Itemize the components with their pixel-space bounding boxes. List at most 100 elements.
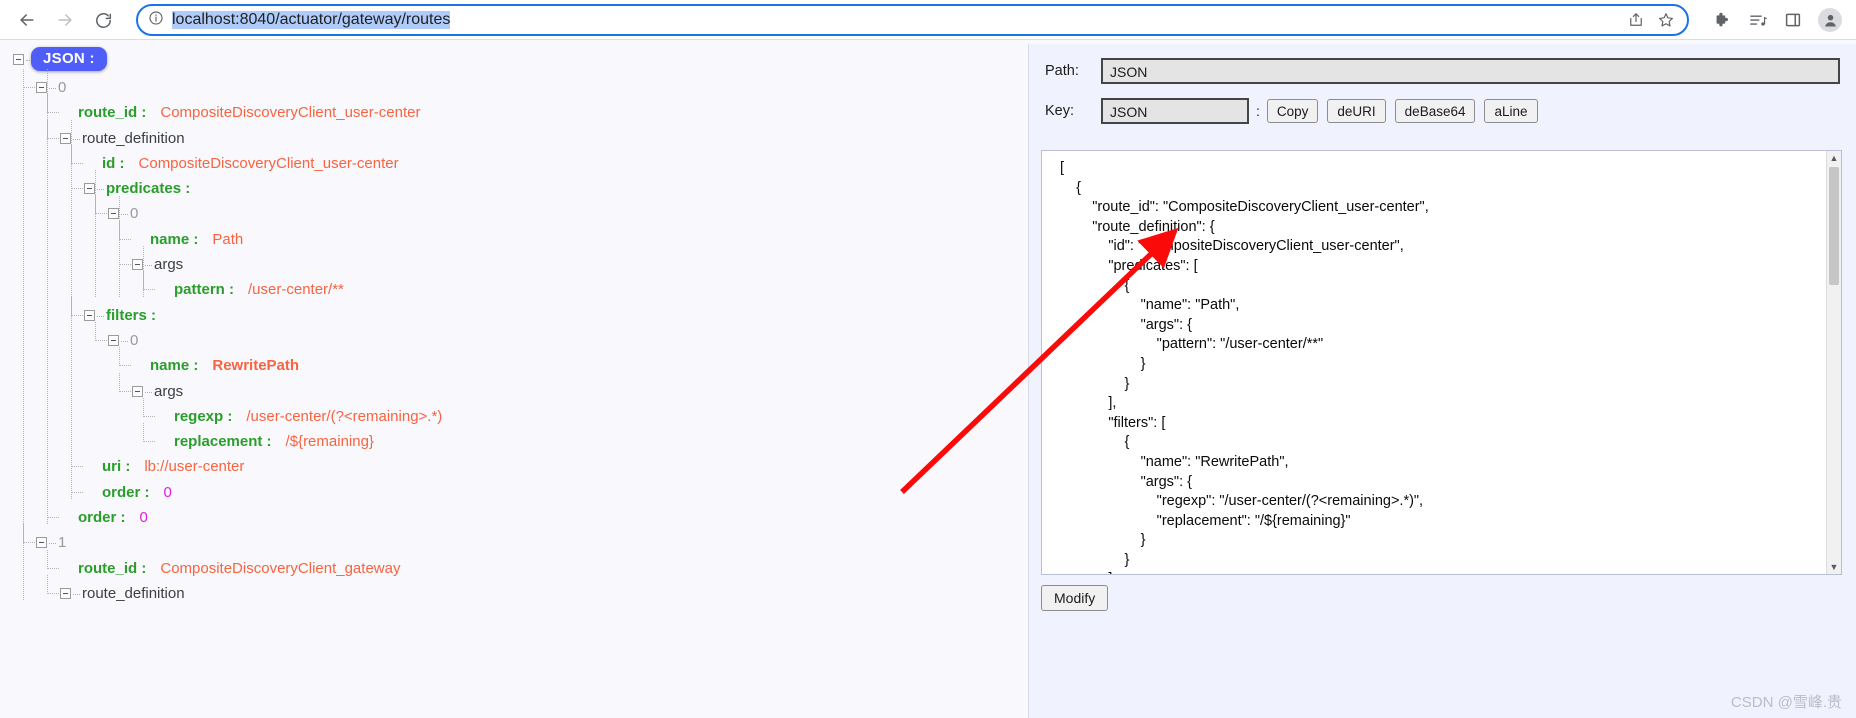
json-textarea-container[interactable]: [ { "route_id": "CompositeDiscoveryClien… (1041, 150, 1842, 575)
tree-row[interactable]: replacement : /${remaining} (10, 423, 1020, 454)
tree-key: pattern (174, 281, 225, 299)
json-tree-viewer: JSON : 0 route_id : CompositeDiscoveryClie… (0, 40, 1020, 718)
site-info-icon[interactable] (148, 10, 164, 31)
side-panel-icon[interactable] (1784, 11, 1802, 29)
tree-colon: : (181, 180, 191, 198)
array-index: 0 (130, 331, 139, 349)
tree-row-content: replacement : /${remaining} (174, 429, 374, 454)
tree-row[interactable]: 1 (10, 524, 1020, 555)
tree-value: 0 (163, 483, 172, 501)
modify-button[interactable]: Modify (1041, 585, 1109, 611)
tree-connector (47, 549, 59, 569)
tree-row[interactable]: name : Path (10, 220, 1020, 252)
page-content: JSON : 0 route_id : CompositeDiscoveryClie… (0, 40, 1856, 718)
tree-node-toggle[interactable] (60, 132, 80, 144)
scrollbar-thumb[interactable] (1829, 167, 1839, 285)
tree-connector (47, 574, 59, 594)
scroll-down-arrow[interactable]: ▼ (1827, 560, 1841, 574)
tree-row[interactable]: order :0 (10, 473, 1020, 505)
forward-arrow-icon[interactable] (48, 3, 82, 37)
tree-key: args (154, 382, 184, 400)
tree-row-content: regexp : /user-center/(?<remaining>.*) (174, 404, 442, 429)
tree-node-toggle[interactable] (108, 334, 128, 346)
tree-row[interactable]: uri : lb://user-center (10, 448, 1020, 479)
tree-row-content: 0 (58, 75, 66, 100)
tree-node-toggle[interactable] (36, 82, 56, 93)
path-label: Path: (1045, 63, 1079, 79)
copy-button[interactable]: Copy (1266, 99, 1319, 123)
array-index: 0 (130, 205, 139, 223)
tree-row[interactable]: order :0 (10, 499, 1020, 530)
media-playlist-icon[interactable] (1748, 11, 1768, 30)
tree-row[interactable]: filters : (10, 296, 1020, 328)
tree-connector (47, 499, 59, 519)
tree-row[interactable]: id : CompositeDiscoveryClient_user-center (10, 144, 1020, 176)
tree-row-content: 0 (130, 328, 138, 353)
puzzle-icon[interactable] (1713, 11, 1732, 30)
tree-row-content: filters : (106, 303, 156, 328)
tree-colon: : (223, 407, 233, 425)
tree-row[interactable]: name : RewritePath (10, 347, 1020, 378)
star-icon[interactable] (1657, 11, 1675, 29)
tree-node-toggle[interactable] (60, 587, 80, 599)
tree-row-content: route_definition (82, 126, 185, 151)
json-raw-text[interactable]: [ { "route_id": "CompositeDiscoveryClien… (1042, 151, 1826, 574)
tree-row-content: id : CompositeDiscoveryClient_user-center (102, 151, 399, 176)
address-bar-url: localhost:8040/actuator/gateway/routes (172, 11, 451, 29)
address-bar[interactable]: localhost:8040/actuator/gateway/routes (136, 4, 1689, 36)
profile-avatar-icon[interactable] (1818, 8, 1842, 32)
tree-row[interactable]: route_id : CompositeDiscoveryClient_gatew… (10, 549, 1020, 581)
tree-key: route_id (78, 104, 138, 122)
tree-row[interactable]: 0 (10, 321, 1020, 353)
deuri-button[interactable]: deURI (1327, 99, 1386, 123)
json-scrollbar[interactable]: ▲ ▼ (1826, 151, 1841, 574)
tree-row[interactable]: regexp : /user-center/(?<remaining>.*) (10, 397, 1020, 429)
share-icon[interactable] (1627, 11, 1645, 29)
tree-connector (23, 524, 35, 544)
array-index: 0 (58, 79, 67, 96)
browser-toolbar: localhost:8040/actuator/gateway/routes (0, 0, 1856, 40)
tree-row[interactable]: route_id : CompositeDiscoveryClient_user-… (10, 94, 1020, 125)
browser-actions (1697, 8, 1856, 32)
tree-node-toggle[interactable] (36, 537, 56, 549)
tree-row[interactable]: route_definition (10, 574, 1020, 606)
tree-row-content: order :0 (78, 505, 148, 530)
tree-connector (23, 69, 35, 88)
address-bar-text[interactable]: localhost:8040/actuator/gateway/routes (172, 11, 1627, 29)
tree-connector (143, 423, 155, 443)
tree-colon: : (189, 230, 199, 248)
tree-colon: : (137, 559, 147, 577)
tree-root-toggle[interactable] (13, 54, 32, 65)
tree-row[interactable]: 0 (10, 69, 1020, 100)
tree-value: Path (212, 230, 244, 248)
tree-node-toggle[interactable] (84, 183, 104, 195)
tree-row[interactable]: 0 (10, 195, 1020, 226)
tree-node-toggle[interactable] (132, 385, 152, 397)
aline-button[interactable]: aLine (1484, 99, 1538, 123)
key-input[interactable]: JSON (1101, 98, 1249, 124)
tree-connector (71, 296, 83, 316)
tree-row[interactable]: args (10, 246, 1020, 277)
tree-node-toggle[interactable] (84, 309, 104, 321)
toolbar-divider (0, 39, 1856, 40)
tree-key: replacement (174, 433, 263, 451)
tree-row[interactable]: predicates : (10, 170, 1020, 201)
tree-node-toggle[interactable] (108, 208, 128, 220)
tree-colon: : (115, 154, 125, 172)
reload-icon[interactable] (86, 3, 120, 37)
tree-row[interactable]: args (10, 372, 1020, 404)
tree-row-content: uri : lb://user-center (102, 454, 244, 479)
tree-row-content: name : RewritePath (150, 353, 299, 378)
path-field-row: Path: JSON (1029, 58, 1856, 84)
tree-row-content: route_id : CompositeDiscoveryClient_gatew… (78, 556, 400, 581)
scroll-up-arrow[interactable]: ▲ (1827, 151, 1841, 165)
tree-row-content: args (154, 252, 183, 277)
debase64-button[interactable]: deBase64 (1394, 99, 1476, 123)
tree-key: uri (102, 458, 122, 476)
tree-row[interactable]: pattern : /user-center/** (10, 271, 1020, 302)
tree-row[interactable]: route_definition (10, 119, 1020, 151)
tree-row-content: route_definition (82, 581, 185, 606)
back-arrow-icon[interactable] (10, 3, 44, 37)
tree-node-toggle[interactable] (132, 259, 152, 271)
path-input[interactable]: JSON (1101, 58, 1840, 84)
